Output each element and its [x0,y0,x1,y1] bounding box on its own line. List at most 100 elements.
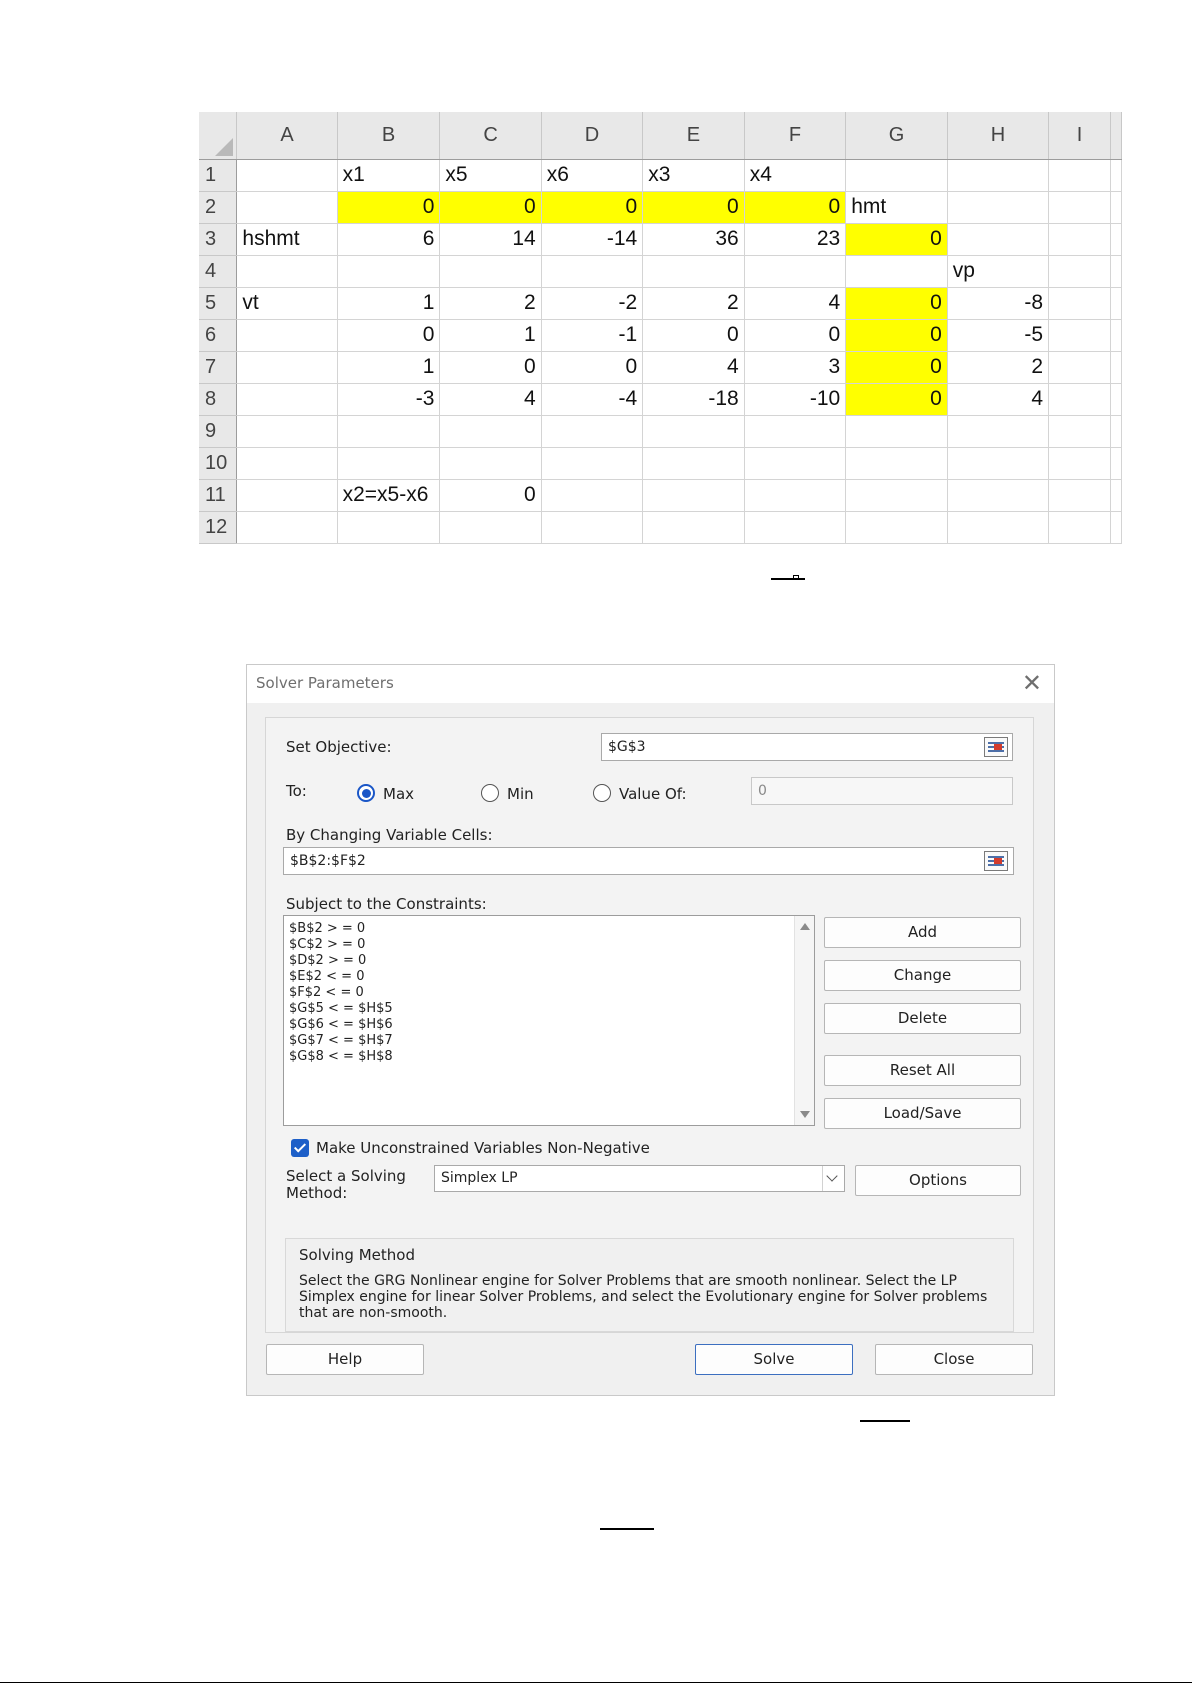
cell-d9[interactable] [541,415,644,448]
cell-g6[interactable]: 0 [845,319,948,352]
cell-c3[interactable]: 14 [439,223,542,256]
cell-g10[interactable] [845,447,948,480]
cell-h7[interactable]: 2 [947,351,1050,384]
column-header-d[interactable]: D [541,112,644,160]
cell-e3[interactable]: 36 [642,223,745,256]
cell-e8[interactable]: -18 [642,383,745,416]
constraint-item[interactable]: $G$5 < = $H$5 [289,1001,393,1017]
cell-overflow[interactable] [1110,447,1122,480]
cell-i3[interactable] [1048,223,1111,256]
cell-b2[interactable]: 0 [337,191,441,224]
cell-h12[interactable] [947,511,1050,544]
value-of-radio[interactable] [593,784,611,802]
cell-i2[interactable] [1048,191,1111,224]
cell-e5[interactable]: 2 [642,287,745,320]
cell-overflow[interactable] [1110,351,1122,384]
cell-f7[interactable]: 3 [744,351,847,384]
column-header-i[interactable]: I [1048,112,1111,160]
cell-g8[interactable]: 0 [845,383,948,416]
cell-i10[interactable] [1048,447,1111,480]
cell-a3[interactable]: hshmt [236,223,338,256]
column-header-a[interactable]: A [236,112,338,160]
delete-button[interactable]: Delete [824,1003,1021,1034]
cell-i5[interactable] [1048,287,1111,320]
scroll-up-icon[interactable] [800,923,810,930]
cell-overflow[interactable] [1110,415,1122,448]
cell-a12[interactable] [236,511,338,544]
cell-i9[interactable] [1048,415,1111,448]
cell-overflow[interactable] [1110,479,1122,512]
cell-f2[interactable]: 0 [744,191,847,224]
cell-b12[interactable] [337,511,441,544]
cell-e11[interactable] [642,479,745,512]
cell-b4[interactable] [337,255,441,288]
cell-d1[interactable]: x6 [541,159,644,192]
column-header-c[interactable]: C [439,112,542,160]
cell-g3[interactable]: 0 [845,223,948,256]
cell-c11[interactable]: 0 [439,479,542,512]
cell-e10[interactable] [642,447,745,480]
cell-c5[interactable]: 2 [439,287,542,320]
cell-c9[interactable] [439,415,542,448]
cell-g4[interactable] [845,255,948,288]
cell-a1[interactable] [236,159,338,192]
cell-i6[interactable] [1048,319,1111,352]
select-all-corner[interactable] [199,112,238,160]
cell-b3[interactable]: 6 [337,223,441,256]
cell-h1[interactable] [947,159,1050,192]
row-header[interactable]: 1 [199,159,238,192]
column-header-b[interactable]: B [337,112,441,160]
constraint-item[interactable]: $C$2 > = 0 [289,937,393,953]
objective-input[interactable]: $G$3 [601,733,1013,761]
cell-a5[interactable]: vt [236,287,338,320]
cell-i11[interactable] [1048,479,1111,512]
row-header[interactable]: 12 [199,511,238,544]
cell-overflow[interactable] [1110,511,1122,544]
row-header[interactable]: 11 [199,479,238,512]
cell-d5[interactable]: -2 [541,287,644,320]
cell-g9[interactable] [845,415,948,448]
cell-i7[interactable] [1048,351,1111,384]
row-header[interactable]: 5 [199,287,238,320]
cell-h8[interactable]: 4 [947,383,1050,416]
cell-overflow[interactable] [1110,159,1122,192]
cell-g11[interactable] [845,479,948,512]
cell-c12[interactable] [439,511,542,544]
cell-i8[interactable] [1048,383,1111,416]
cell-a10[interactable] [236,447,338,480]
cell-c8[interactable]: 4 [439,383,542,416]
constraint-item[interactable]: $G$7 < = $H$7 [289,1033,393,1049]
collapse-changing-icon[interactable] [984,851,1008,871]
cell-a8[interactable] [236,383,338,416]
cell-e12[interactable] [642,511,745,544]
row-header[interactable]: 10 [199,447,238,480]
cell-f11[interactable] [744,479,847,512]
cell-d12[interactable] [541,511,644,544]
cell-b10[interactable] [337,447,441,480]
cell-overflow[interactable] [1110,191,1122,224]
cell-a11[interactable] [236,479,338,512]
cell-d11[interactable] [541,479,644,512]
cell-f9[interactable] [744,415,847,448]
cell-f1[interactable]: x4 [744,159,847,192]
row-header[interactable]: 7 [199,351,238,384]
column-header-f[interactable]: F [744,112,847,160]
cell-overflow[interactable] [1110,383,1122,416]
row-header[interactable]: 8 [199,383,238,416]
cell-overflow[interactable] [1110,287,1122,320]
cell-h5[interactable]: -8 [947,287,1050,320]
cell-f6[interactable]: 0 [744,319,847,352]
cell-c7[interactable]: 0 [439,351,542,384]
cell-e6[interactable]: 0 [642,319,745,352]
collapse-objective-icon[interactable] [984,737,1008,757]
cell-e7[interactable]: 4 [642,351,745,384]
cell-h10[interactable] [947,447,1050,480]
constraint-item[interactable]: $F$2 < = 0 [289,985,393,1001]
cell-a2[interactable] [236,191,338,224]
cell-h2[interactable] [947,191,1050,224]
cell-g7[interactable]: 0 [845,351,948,384]
nonneg-label[interactable]: Make Unconstrained Variables Non-Negativ… [316,1139,650,1157]
cell-g12[interactable] [845,511,948,544]
cell-a9[interactable] [236,415,338,448]
reset-all-button[interactable]: Reset All [824,1055,1021,1086]
